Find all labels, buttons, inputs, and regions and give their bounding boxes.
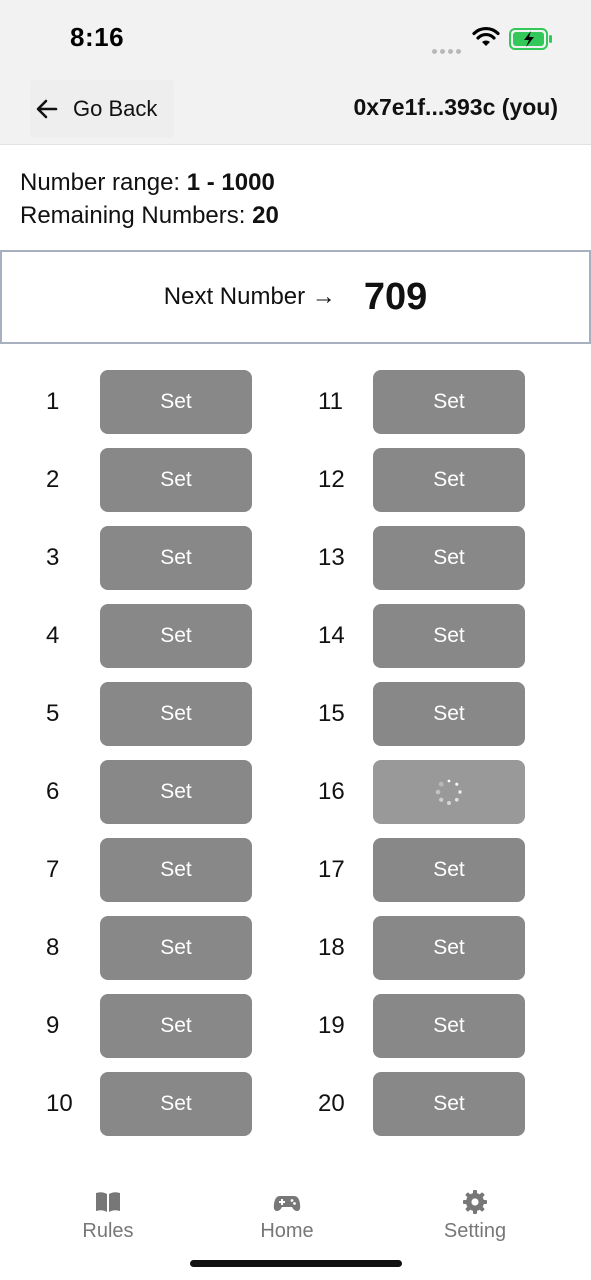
slot-number: 2 — [46, 466, 60, 493]
slot-number: 1 — [46, 388, 60, 415]
battery-icon — [509, 28, 552, 50]
go-back-label: Go Back — [73, 96, 158, 121]
gamepad-icon — [273, 1196, 301, 1211]
slot-number: 13 — [318, 544, 345, 571]
tab-setting[interactable]: Setting — [415, 1188, 535, 1243]
slot-number: 5 — [46, 700, 60, 727]
slot-number: 8 — [46, 934, 60, 961]
gear-icon — [463, 1190, 487, 1214]
tab-rules[interactable]: Rules — [48, 1188, 168, 1243]
set-button[interactable]: Set — [373, 838, 525, 902]
set-button[interactable]: Set — [373, 448, 525, 512]
remaining-numbers: Remaining Numbers: 20 — [20, 199, 279, 232]
set-button[interactable]: Set — [100, 838, 252, 902]
go-back-button[interactable]: Go Back — [30, 80, 174, 138]
slot-number: 14 — [318, 622, 345, 649]
arrow-left-icon — [36, 99, 58, 119]
set-button[interactable]: Set — [100, 370, 252, 434]
set-button[interactable]: Set — [100, 994, 252, 1058]
remaining-numbers-value: 20 — [252, 202, 279, 229]
tab-setting-label: Setting — [443, 1220, 507, 1242]
slot-number: 15 — [318, 700, 345, 727]
set-button[interactable]: Set — [100, 916, 252, 980]
set-button[interactable]: Set — [100, 1072, 252, 1136]
tab-home-label: Home — [260, 1220, 314, 1242]
wifi-icon — [472, 26, 500, 46]
next-number-value: 709 — [363, 275, 428, 318]
slot-number: 20 — [318, 1090, 345, 1117]
next-number-label: Next Number → — [163, 283, 336, 310]
number-range-value: 1 - 1000 — [186, 169, 275, 196]
status-time: 8:16 — [70, 22, 125, 52]
set-button-loading[interactable] — [373, 760, 525, 824]
next-number-panel: Next Number → 709 — [0, 250, 591, 344]
slot-number: 6 — [46, 778, 60, 805]
slot-number: 11 — [318, 388, 343, 415]
slot-number: 19 — [318, 1012, 345, 1039]
set-button[interactable]: Set — [100, 448, 252, 512]
header: Go Back 0x7e1f...393c (you) — [0, 78, 591, 145]
set-button[interactable]: Set — [100, 760, 252, 824]
slot-number: 12 — [318, 466, 345, 493]
number-range-label: Number range: — [20, 169, 187, 196]
slot-number: 7 — [46, 856, 60, 883]
slot-number: 9 — [46, 1012, 60, 1039]
slot-number: 17 — [318, 856, 345, 883]
home-indicator — [190, 1260, 402, 1267]
set-button[interactable]: Set — [373, 526, 525, 590]
number-range: Number range: 1 - 1000 — [20, 166, 279, 199]
game-info: Number range: 1 - 1000 Remaining Numbers… — [20, 166, 279, 232]
set-button[interactable]: Set — [100, 604, 252, 668]
slot-number: 18 — [318, 934, 345, 961]
set-button[interactable]: Set — [100, 526, 252, 590]
slot-number: 10 — [46, 1090, 73, 1117]
status-bar: 8:16 — [0, 0, 591, 78]
set-button[interactable]: Set — [373, 604, 525, 668]
slot-number: 4 — [46, 622, 60, 649]
slot-number: 16 — [318, 778, 345, 805]
set-button[interactable]: Set — [373, 994, 525, 1058]
loading-spinner-icon — [435, 779, 462, 805]
tab-home[interactable]: Home — [227, 1188, 347, 1243]
set-button[interactable]: Set — [373, 916, 525, 980]
set-button[interactable]: Set — [373, 682, 525, 746]
slot-number: 3 — [46, 544, 60, 571]
set-button[interactable]: Set — [373, 370, 525, 434]
set-button[interactable]: Set — [373, 1072, 525, 1136]
remaining-numbers-label: Remaining Numbers: — [20, 202, 253, 229]
signal-icon — [432, 41, 464, 54]
tab-rules-label: Rules — [82, 1220, 134, 1242]
set-button[interactable]: Set — [100, 682, 252, 746]
account-address: 0x7e1f...393c (you) — [353, 94, 558, 120]
book-icon — [96, 1192, 120, 1212]
